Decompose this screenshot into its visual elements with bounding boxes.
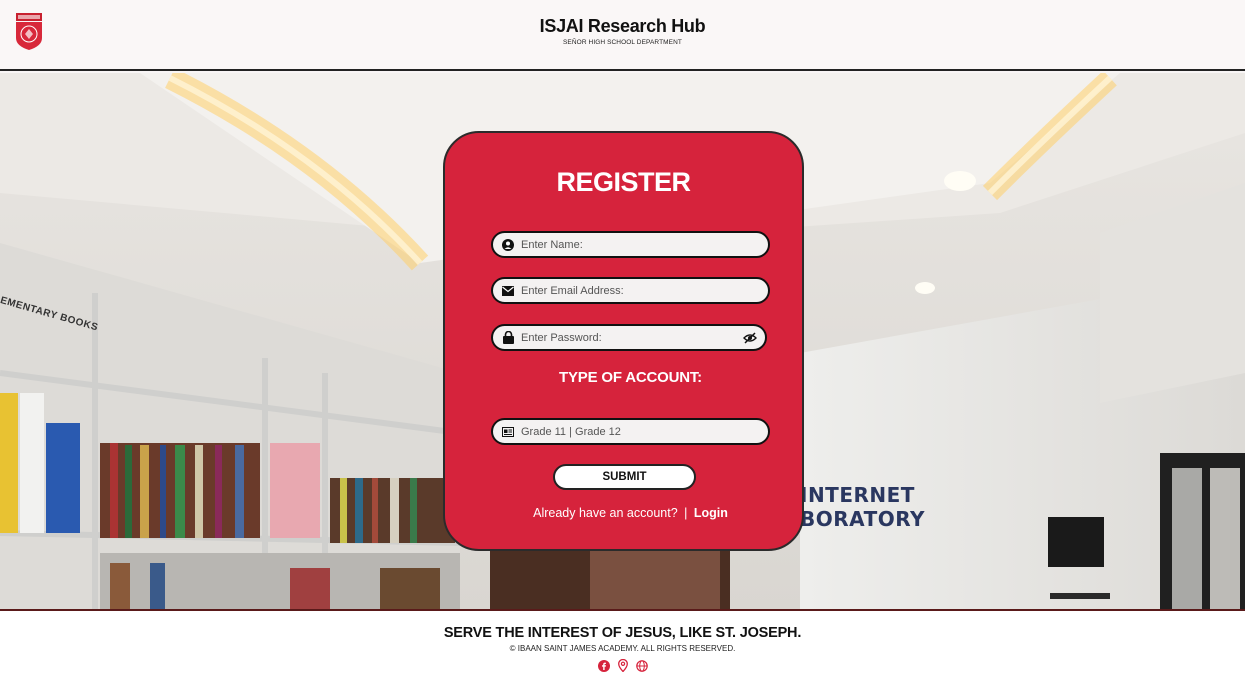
- email-input[interactable]: [521, 284, 741, 297]
- site-subtitle: SEÑOR HIGH SCHOOL DEPARTMENT: [563, 39, 682, 46]
- name-input[interactable]: [521, 238, 741, 251]
- site-header: ISJAI Research Hub SEÑOR HIGH SCHOOL DEP…: [0, 0, 1245, 71]
- site-title: ISJAI Research Hub: [539, 16, 706, 36]
- grade-input[interactable]: [521, 425, 741, 438]
- lock-icon: [501, 331, 515, 345]
- grade-field[interactable]: [491, 418, 770, 445]
- footer-copyright: © IBAAN SAINT JAMES ACADEMY. ALL RIGHTS …: [509, 644, 736, 653]
- eye-slash-icon[interactable]: [743, 331, 757, 345]
- envelope-icon: [501, 284, 515, 298]
- already-have-account-text: Already have an account?: [533, 506, 678, 520]
- site-footer: SERVE THE INTEREST OF JESUS, LIKE ST. JO…: [0, 609, 1245, 682]
- password-input[interactable]: [521, 331, 741, 344]
- id-card-icon: [501, 425, 515, 439]
- wall-sign-line1: INTERNET: [800, 483, 915, 507]
- footer-motto: SERVE THE INTEREST OF JESUS, LIKE ST. JO…: [443, 625, 802, 641]
- wall-sign: INTERNET BORATORY: [800, 483, 925, 531]
- login-separator: |: [684, 506, 688, 520]
- name-field[interactable]: [491, 231, 770, 258]
- register-title: REGISTER: [556, 167, 691, 197]
- wall-sign-line2: BORATORY: [800, 507, 926, 531]
- email-field[interactable]: [491, 277, 770, 304]
- password-field[interactable]: [491, 324, 767, 351]
- submit-button[interactable]: SUBMIT: [553, 464, 696, 490]
- social-links: [0, 659, 1245, 672]
- login-link[interactable]: Login: [694, 506, 728, 520]
- account-type-label: TYPE OF ACCOUNT:: [559, 369, 702, 386]
- register-card: REGISTER TYPE OF ACCOUNT: SUBMIT Already…: [443, 131, 804, 551]
- location-pin-icon[interactable]: [616, 659, 629, 672]
- user-icon: [501, 238, 515, 252]
- facebook-icon[interactable]: [597, 659, 610, 672]
- globe-icon[interactable]: [635, 659, 648, 672]
- login-prompt: Already have an account? | Login: [445, 506, 816, 520]
